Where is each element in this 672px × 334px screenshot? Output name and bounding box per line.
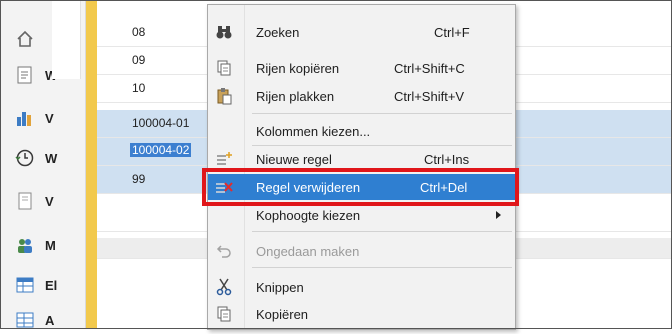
sidebar-item-v2[interactable]: V [15, 187, 87, 215]
menu-item-shortcut: Ctrl+Shift+C [394, 61, 465, 76]
accent-strip [86, 1, 97, 328]
menu-item-label: Knippen [256, 280, 304, 295]
submenu-arrow-icon [496, 211, 501, 219]
menu-item-label: Nieuwe regel [256, 152, 332, 167]
cell-editor[interactable]: 100004-02 [130, 143, 192, 157]
menu-separator [252, 267, 512, 268]
cell-code[interactable]: 09 [132, 53, 145, 67]
new-row-icon [215, 150, 233, 168]
sidebar-item-a[interactable]: A [15, 306, 87, 334]
bar-chart-icon [15, 108, 35, 128]
highlight-annotation-box [202, 168, 519, 206]
menu-item-zoeken[interactable]: Zoeken Ctrl+F [208, 19, 515, 45]
grid-icon [15, 310, 35, 330]
menu-item-rijen-kopieren[interactable]: Rijen kopiëren Ctrl+Shift+C [208, 55, 515, 81]
sidebar-item-label: W [45, 150, 58, 166]
menu-item-shortcut: Ctrl+F [434, 25, 470, 40]
sidebar-item-label: M [45, 237, 56, 253]
menu-item-label: Kopiëren [256, 307, 309, 322]
menu-item-label: Rijen plakken [256, 89, 335, 104]
binoculars-icon [215, 23, 233, 41]
sidebar-item-v1[interactable]: V [15, 104, 87, 132]
cell-code[interactable]: 99 [132, 172, 145, 186]
menu-item-label: Zoeken [256, 25, 300, 40]
users-icon [15, 235, 35, 255]
table-icon [15, 275, 35, 295]
menu-item-kolommen-kiezen[interactable]: Kolommen kiezen... [208, 118, 515, 144]
popup-panel-edge [52, 1, 81, 79]
paste-icon [215, 87, 233, 105]
home-icon [15, 29, 35, 49]
menu-item-knippen[interactable]: Knippen [208, 274, 515, 300]
menu-separator [252, 113, 512, 114]
history-clock-icon [15, 148, 35, 168]
document-icon [15, 65, 35, 85]
page-icon [15, 191, 35, 211]
scissors-icon [215, 278, 233, 296]
cell-code[interactable]: 08 [132, 25, 145, 39]
sidebar-item-label: A [45, 312, 55, 328]
menu-separator [252, 231, 512, 232]
sidebar-item-label: El [45, 277, 58, 293]
context-menu: Zoeken Ctrl+F Rijen kopiëren Ctrl+Shift+… [207, 4, 516, 330]
cell-code[interactable]: 100004-01 [132, 116, 189, 130]
menu-item-shortcut: Ctrl+Shift+V [394, 89, 465, 104]
cell-code[interactable]: 10 [132, 81, 145, 95]
sidebar-item-w2[interactable]: W [15, 144, 87, 172]
sidebar-item-el[interactable]: El [15, 271, 87, 299]
sidebar-item-m[interactable]: M [15, 231, 87, 259]
copy-rows-icon [215, 59, 233, 77]
menu-item-shortcut: Ctrl+Ins [424, 152, 470, 167]
undo-icon [215, 242, 233, 260]
menu-item-label: Kolommen kiezen... [256, 124, 371, 139]
menu-item-label: Ongedaan maken [256, 244, 360, 259]
copy-icon [215, 305, 233, 323]
menu-item-rijen-plakken[interactable]: Rijen plakken Ctrl+Shift+V [208, 83, 515, 109]
menu-item-label: Rijen kopiëren [256, 61, 340, 76]
sidebar-item-label: V [45, 110, 54, 126]
sidebar-item-label: V [45, 193, 54, 209]
menu-item-kopieren[interactable]: Kopiëren [208, 301, 515, 327]
menu-item-label: Kophoogte kiezen [256, 208, 361, 223]
menu-item-ongedaan-maken[interactable]: Ongedaan maken [208, 238, 515, 264]
